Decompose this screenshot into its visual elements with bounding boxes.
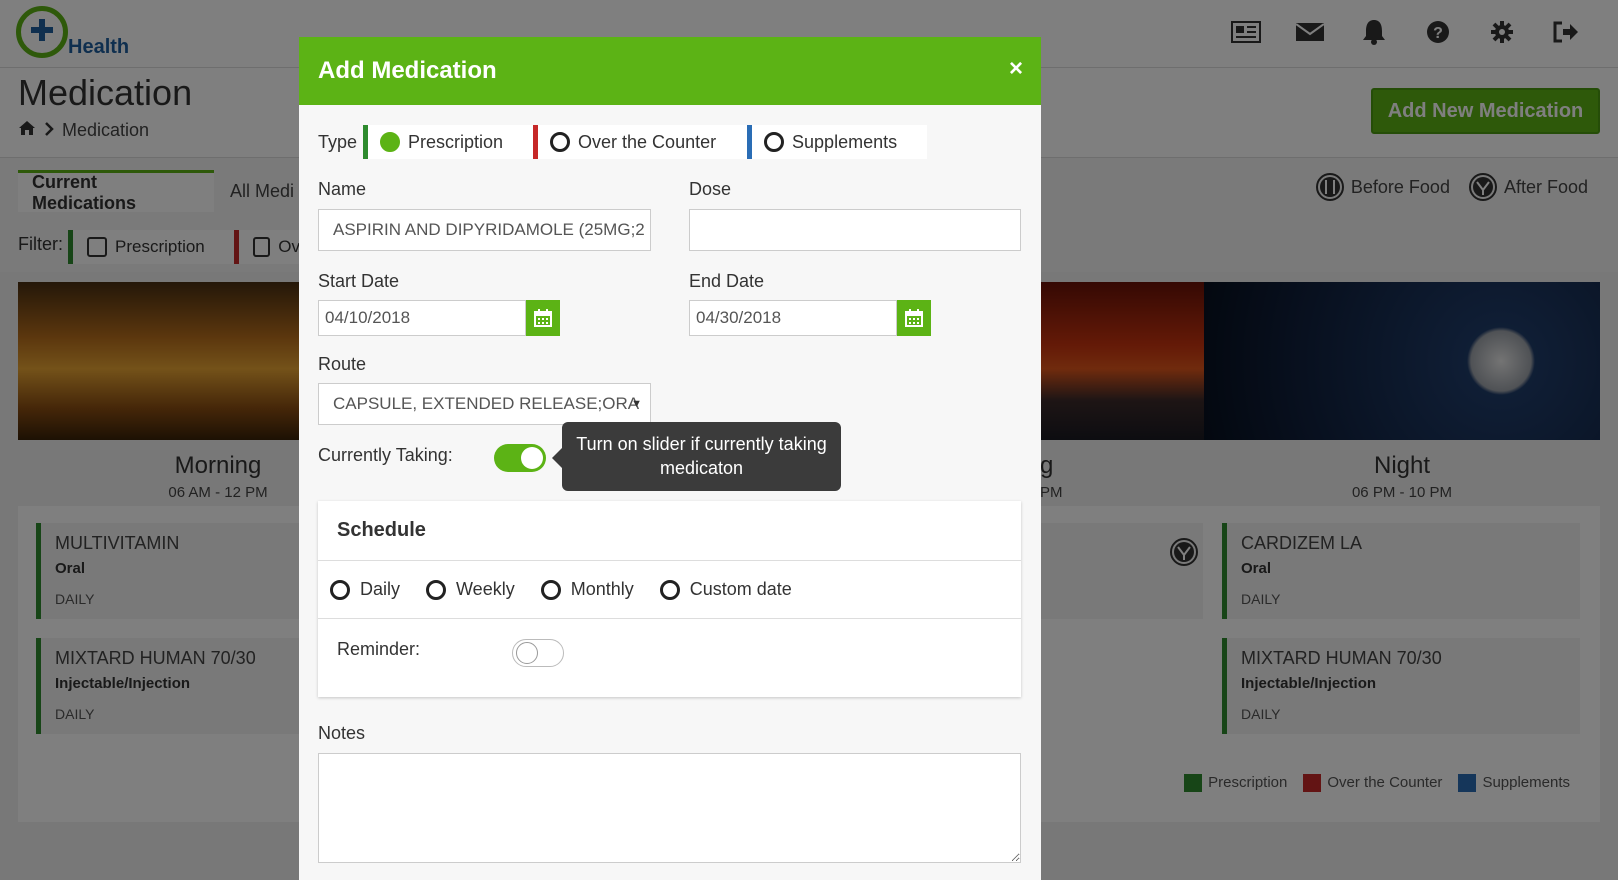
currently-taking-label: Currently Taking: [318,445,453,465]
radio[interactable] [764,132,785,152]
radio[interactable] [550,132,571,152]
modal-header: Add Medication × [299,37,1041,105]
radio-selected[interactable] [380,132,401,152]
schedule-options: Daily Weekly Monthly Custom date [318,561,1021,619]
close-icon[interactable]: × [1009,55,1023,83]
notes-textarea[interactable] [318,753,1021,863]
type-prescription-label: Prescription [408,131,504,152]
type-otc-label: Over the Counter [578,131,717,152]
start-date-label: Start Date [318,271,400,291]
name-input[interactable]: ASPIRIN AND DIPYRIDAMOLE (25MG;2 [318,209,651,251]
end-date-calendar-button[interactable] [897,300,931,336]
schedule-monthly[interactable]: Monthly [540,579,634,600]
type-supplements[interactable]: Supplements [747,125,928,159]
end-date-label: End Date [689,271,765,291]
reminder-label: Reminder: [337,639,421,659]
route-label: Route [318,354,367,374]
type-supplements-label: Supplements [792,131,898,152]
radio[interactable] [330,579,350,600]
schedule-daily[interactable]: Daily [330,579,400,600]
radio[interactable] [540,579,561,600]
radio[interactable] [659,579,680,600]
schedule-title: Schedule [318,501,1021,561]
reminder-row: Reminder: [318,619,1021,683]
end-date-input[interactable]: 04/30/2018 [689,300,897,336]
type-otc[interactable]: Over the Counter [533,125,748,159]
type-label: Type [318,131,358,152]
reminder-toggle[interactable] [512,639,564,667]
type-prescription[interactable]: Prescription [363,125,534,159]
schedule-weekly-label: Weekly [456,579,515,599]
start-date-calendar-button[interactable] [526,300,560,336]
toggle-knob [516,642,538,664]
toggle-knob [521,447,543,469]
notes-label: Notes [318,723,366,743]
route-select-value: CAPSULE, EXTENDED RELEASE;ORA [333,394,640,413]
schedule-daily-label: Daily [360,579,401,599]
calendar-icon [534,309,552,327]
modal-title: Add Medication [318,57,497,84]
schedule-custom-label: Custom date [689,579,792,599]
type-selector: Type Prescription Over the Counter Suppl… [318,125,928,159]
schedule-monthly-label: Monthly [570,579,634,599]
schedule-panel: Schedule Daily Weekly Monthly Custom dat… [318,501,1021,697]
schedule-weekly[interactable]: Weekly [426,579,515,600]
currently-taking-toggle[interactable] [494,444,546,472]
radio[interactable] [426,579,447,600]
dropdown-arrow-icon: ▼ [631,398,642,410]
start-date-input[interactable]: 04/10/2018 [318,300,526,336]
calendar-icon [905,309,923,327]
dose-input[interactable] [689,209,1021,251]
name-label: Name [318,179,367,199]
schedule-custom[interactable]: Custom date [659,579,792,600]
route-select[interactable]: CAPSULE, EXTENDED RELEASE;ORA ▼ [318,383,651,425]
dose-label: Dose [689,179,732,199]
currently-taking-tooltip: Turn on slider if currently taking medic… [552,422,841,491]
